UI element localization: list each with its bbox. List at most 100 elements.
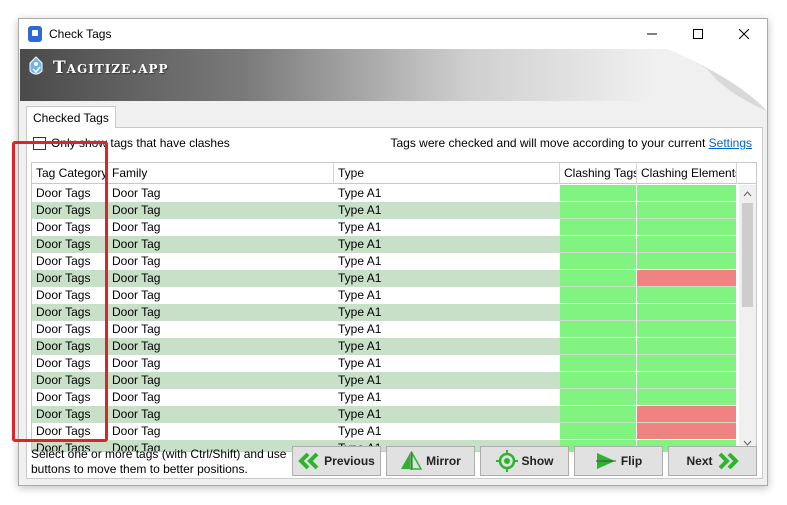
- vertical-scrollbar[interactable]: [739, 185, 756, 451]
- show-button[interactable]: Show: [480, 446, 569, 476]
- table-row[interactable]: Door Tags Door Tag Type A1: [32, 338, 737, 355]
- no-clash-indicator: [637, 287, 736, 303]
- tag-category-cell: Door Tags: [36, 424, 91, 438]
- no-clash-indicator: [637, 355, 736, 371]
- table-row[interactable]: Door Tags Door Tag Type A1: [32, 287, 737, 304]
- table-row[interactable]: Door Tags Door Tag Type A1: [32, 372, 737, 389]
- target-icon: [495, 450, 518, 472]
- family-cell: Door Tag: [112, 254, 161, 268]
- clashing-elements-cell: [637, 219, 737, 236]
- column-header-type[interactable]: Type: [334, 163, 560, 184]
- clashing-tags-cell: [560, 236, 637, 253]
- type-cell: Type A1: [338, 203, 382, 217]
- table-row[interactable]: Door Tags Door Tag Type A1: [32, 219, 737, 236]
- clash-filter-checkbox[interactable]: [33, 136, 46, 150]
- table-row[interactable]: Door Tags Door Tag Type A1: [32, 253, 737, 270]
- table-row[interactable]: Door Tags Door Tag Type A1: [32, 304, 737, 321]
- no-clash-indicator: [560, 304, 636, 320]
- column-header-clashing-elements[interactable]: Clashing Elements: [637, 163, 737, 184]
- no-clash-indicator: [560, 202, 636, 218]
- family-cell: Door Tag: [112, 339, 161, 353]
- no-clash-indicator: [560, 270, 636, 286]
- no-clash-indicator: [637, 202, 736, 218]
- checked-tags-panel: Only show tags that have clashes Tags we…: [26, 127, 763, 479]
- family-cell: Door Tag: [112, 390, 161, 404]
- settings-info-text: Tags were checked and will move accordin…: [390, 136, 709, 150]
- tab-checked-tags[interactable]: Checked Tags: [26, 106, 116, 128]
- family-cell: Door Tag: [112, 373, 161, 387]
- family-cell: Door Tag: [112, 288, 161, 302]
- scrollbar-thumb[interactable]: [742, 203, 753, 307]
- chevrons-right-icon: [717, 452, 739, 470]
- type-cell: Type A1: [338, 220, 382, 234]
- clash-indicator: [637, 406, 736, 422]
- clashing-tags-cell: [560, 270, 637, 287]
- no-clash-indicator: [560, 321, 636, 337]
- family-cell: Door Tag: [112, 220, 161, 234]
- clash-indicator: [637, 270, 736, 286]
- minimize-icon: [647, 33, 657, 35]
- tag-category-cell: Door Tags: [36, 339, 91, 353]
- no-clash-indicator: [560, 338, 636, 354]
- close-button[interactable]: [721, 19, 767, 49]
- scroll-up-button[interactable]: [739, 185, 756, 202]
- maximize-button[interactable]: [675, 19, 721, 49]
- tag-category-cell: Door Tags: [36, 288, 91, 302]
- tag-category-cell: Door Tags: [36, 373, 91, 387]
- chevron-up-icon: [743, 190, 752, 196]
- family-cell: Door Tag: [112, 203, 161, 217]
- family-cell: Door Tag: [112, 305, 161, 319]
- clashing-tags-cell: [560, 372, 637, 389]
- type-cell: Type A1: [338, 237, 382, 251]
- no-clash-indicator: [637, 185, 736, 201]
- no-clash-indicator: [560, 219, 636, 235]
- table-row[interactable]: Door Tags Door Tag Type A1: [32, 185, 737, 202]
- tag-category-cell: Door Tags: [36, 390, 91, 404]
- brand-name: Tagitize.app: [53, 58, 169, 78]
- table-row[interactable]: Door Tags Door Tag Type A1: [32, 389, 737, 406]
- check-tags-window: Check Tags Tagitize.app Checked Tags Onl…: [18, 18, 768, 486]
- column-header-clashing-tags[interactable]: Clashing Tags: [560, 163, 637, 184]
- table-row[interactable]: Door Tags Door Tag Type A1: [32, 270, 737, 287]
- close-icon: [739, 29, 749, 39]
- family-cell: Door Tag: [112, 271, 161, 285]
- minimize-button[interactable]: [629, 19, 675, 49]
- no-clash-indicator: [637, 219, 736, 235]
- no-clash-indicator: [560, 355, 636, 371]
- no-clash-indicator: [560, 423, 636, 439]
- table-row[interactable]: Door Tags Door Tag Type A1: [32, 202, 737, 219]
- mirror-button[interactable]: Mirror: [386, 446, 475, 476]
- clash-filter[interactable]: Only show tags that have clashes: [33, 136, 230, 150]
- previous-button[interactable]: Previous: [292, 446, 381, 476]
- settings-link[interactable]: Settings: [709, 136, 752, 150]
- clash-indicator: [637, 423, 736, 439]
- clashing-elements-cell: [637, 253, 737, 270]
- tag-category-cell: Door Tags: [36, 186, 91, 200]
- table-body: Door Tags Door Tag Type A1 Door Tags Door Ta…: [32, 185, 737, 451]
- show-button-label: Show: [521, 454, 554, 468]
- tag-category-cell: Door Tags: [36, 305, 91, 319]
- tag-category-cell: Door Tags: [36, 322, 91, 336]
- type-cell: Type A1: [338, 186, 382, 200]
- table-row[interactable]: Door Tags Door Tag Type A1: [32, 423, 737, 440]
- flip-button[interactable]: Flip: [574, 446, 663, 476]
- tag-logo-icon: [29, 56, 43, 75]
- type-cell: Type A1: [338, 271, 382, 285]
- mirror-button-label: Mirror: [426, 454, 461, 468]
- tag-category-cell: Door Tags: [36, 271, 91, 285]
- type-cell: Type A1: [338, 305, 382, 319]
- clashing-tags-cell: [560, 406, 637, 423]
- tag-category-cell: Door Tags: [36, 203, 91, 217]
- clashing-tags-cell: [560, 287, 637, 304]
- no-clash-indicator: [637, 321, 736, 337]
- clashing-tags-cell: [560, 321, 637, 338]
- column-header-tag-category[interactable]: Tag Category: [32, 163, 108, 184]
- table-row[interactable]: Door Tags Door Tag Type A1: [32, 236, 737, 253]
- table-row[interactable]: Door Tags Door Tag Type A1: [32, 321, 737, 338]
- next-button[interactable]: Next: [668, 446, 757, 476]
- table-row[interactable]: Door Tags Door Tag Type A1: [32, 355, 737, 372]
- column-header-family[interactable]: Family: [108, 163, 334, 184]
- chevrons-left-icon: [298, 452, 320, 470]
- type-cell: Type A1: [338, 322, 382, 336]
- table-row[interactable]: Door Tags Door Tag Type A1: [32, 406, 737, 423]
